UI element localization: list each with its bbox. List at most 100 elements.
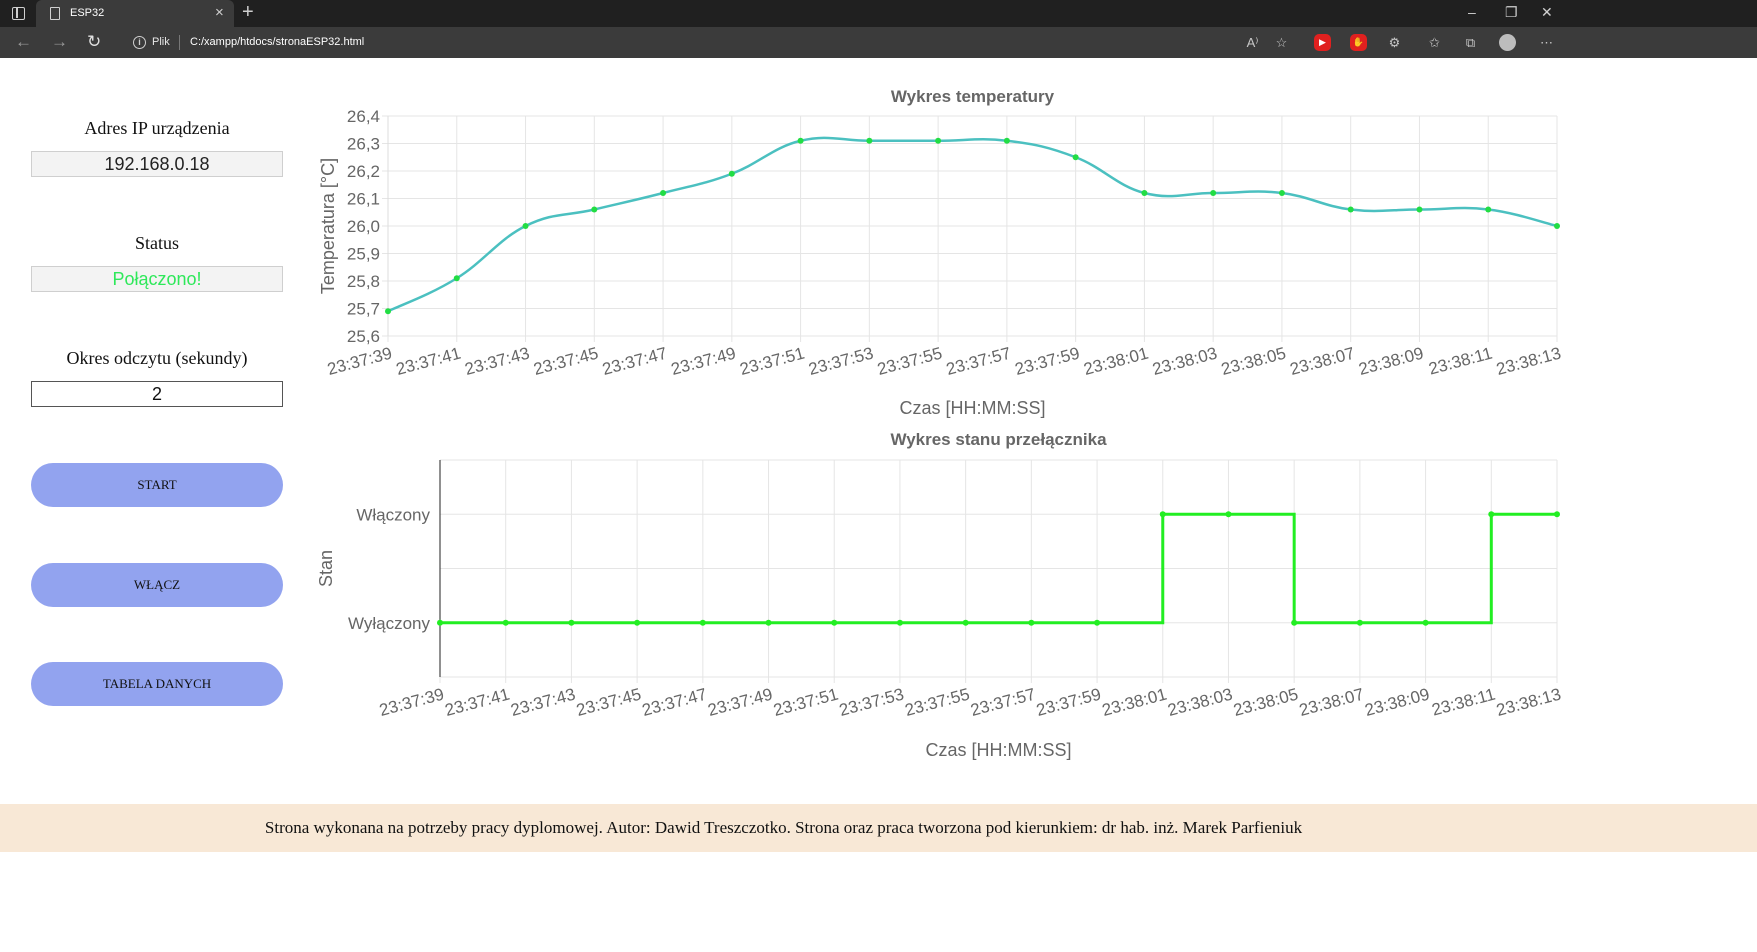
data-point: [437, 619, 443, 626]
x-tick-label: 23:37:53: [837, 685, 906, 720]
data-point: [1225, 511, 1232, 518]
data-point: [1094, 619, 1101, 626]
tab-title: ESP32: [70, 7, 105, 19]
data-point: [728, 170, 735, 177]
x-tick-label: 23:37:41: [394, 344, 463, 379]
x-tick-label: 23:38:09: [1363, 685, 1432, 720]
x-tick-label: 23:38:07: [1288, 344, 1357, 379]
series-line: [387, 136, 1558, 313]
status-value-field: Połączono!: [31, 266, 283, 292]
data-point: [765, 619, 772, 626]
data-point: [1210, 190, 1217, 196]
favorites-icon[interactable]: ✩: [1426, 34, 1443, 51]
browser-tab-esp32[interactable]: ESP32 ×: [36, 0, 234, 27]
y-tick-label: 26,3: [347, 135, 380, 154]
url-separator: [179, 35, 180, 50]
x-tick-label: 23:37:55: [875, 344, 944, 379]
data-point: [1554, 223, 1560, 229]
browser-tab-bar: ESP32 × + – ❐ ✕: [0, 0, 1757, 27]
more-icon[interactable]: ⋯: [1538, 34, 1555, 51]
forward-icon[interactable]: →: [51, 32, 68, 52]
x-tick-label: 23:38:13: [1494, 685, 1563, 720]
youtube-extension-icon[interactable]: ▶: [1314, 34, 1331, 51]
data-point: [1485, 206, 1492, 213]
data-point: [1488, 511, 1495, 518]
y-axis-label: Temperatura [°C]: [318, 158, 338, 294]
extensions-icon[interactable]: ⚙: [1386, 34, 1403, 51]
ip-label: Adres IP urządzenia: [84, 118, 230, 138]
data-point: [1028, 619, 1035, 626]
ip-value-field: 192.168.0.18: [31, 151, 283, 177]
y-axis-label: Stan: [316, 550, 336, 587]
x-tick-label: 23:37:57: [969, 685, 1038, 720]
x-tick-label: 23:37:49: [669, 344, 738, 379]
browser-address-bar: ← → ↻ i Plik C:/xampp/htdocs/stronaESP32…: [0, 27, 1757, 58]
minimize-button[interactable]: –: [1468, 4, 1476, 20]
x-tick-label: 23:38:07: [1297, 685, 1366, 720]
x-tick-label: 23:37:55: [903, 685, 972, 720]
x-tick-label: 23:37:53: [807, 344, 876, 379]
y-tick-label: 26,4: [347, 107, 380, 126]
x-tick-label: 23:37:57: [944, 344, 1013, 379]
x-tick-label: 23:37:59: [1013, 344, 1082, 379]
x-tick-label: 23:37:51: [771, 685, 840, 720]
y-tick-label: 26,0: [347, 217, 380, 236]
x-tick-label: 23:38:01: [1100, 685, 1169, 720]
x-tick-label: 23:38:11: [1430, 685, 1498, 720]
period-input[interactable]: [31, 381, 283, 407]
x-tick-label: 23:37:43: [509, 685, 578, 720]
x-axis-label: Czas [HH:MM:SS]: [925, 740, 1071, 760]
data-point: [385, 308, 391, 315]
profile-avatar-icon[interactable]: [1499, 34, 1516, 51]
data-point: [591, 206, 598, 213]
data-point: [660, 190, 667, 196]
chart-title: Wykres temperatury: [891, 87, 1055, 106]
x-tick-label: 23:37:39: [377, 685, 446, 720]
back-icon[interactable]: ←: [15, 32, 32, 52]
url-text[interactable]: C:/xampp/htdocs/stronaESP32.html: [190, 36, 364, 48]
data-point: [896, 619, 903, 626]
x-tick-label: 23:37:47: [640, 685, 709, 720]
y-tick-label: 25,7: [347, 300, 380, 319]
data-point: [1356, 619, 1363, 626]
data-point: [1422, 619, 1429, 626]
page-icon: [50, 7, 60, 20]
data-point: [866, 137, 873, 144]
data-point: [1291, 619, 1298, 626]
site-info-icon[interactable]: i: [133, 36, 146, 49]
new-tab-button[interactable]: +: [242, 1, 254, 24]
y-tick-label: 26,1: [347, 190, 380, 209]
close-tab-icon[interactable]: ×: [215, 4, 224, 21]
data-point: [1278, 190, 1285, 196]
toggle-on-button[interactable]: WŁĄCZ: [31, 563, 283, 607]
x-tick-label: 23:38:05: [1231, 685, 1300, 720]
start-button[interactable]: START: [31, 463, 283, 507]
data-table-button[interactable]: TABELA DANYCH: [31, 662, 283, 706]
x-tick-label: 23:37:43: [463, 344, 532, 379]
y-tick-label: Włączony: [356, 505, 430, 524]
read-aloud-icon[interactable]: A⁾: [1244, 34, 1261, 51]
data-point: [962, 619, 969, 626]
period-label: Okres odczytu (sekundy): [66, 348, 248, 368]
data-point: [831, 619, 838, 626]
data-point: [568, 619, 575, 626]
x-tick-label: 23:38:13: [1494, 344, 1563, 379]
tab-actions-icon[interactable]: [12, 7, 25, 20]
url-scheme-label: Plik: [152, 36, 170, 48]
adblock-extension-icon[interactable]: ✋: [1350, 34, 1367, 51]
data-point: [453, 275, 460, 282]
data-point: [699, 619, 706, 626]
x-axis-label: Czas [HH:MM:SS]: [899, 398, 1045, 418]
x-tick-label: 23:37:45: [574, 685, 643, 720]
data-point: [1003, 137, 1010, 144]
close-window-button[interactable]: ✕: [1541, 4, 1553, 21]
x-tick-label: 23:37:39: [325, 344, 394, 379]
data-point: [1416, 206, 1423, 213]
reload-icon[interactable]: ↻: [87, 32, 101, 52]
favorite-add-icon[interactable]: ☆: [1273, 34, 1290, 51]
data-point: [1159, 511, 1166, 518]
data-point: [935, 137, 942, 144]
restore-button[interactable]: ❐: [1505, 4, 1518, 21]
collections-icon[interactable]: ⧉: [1462, 34, 1479, 51]
y-tick-label: 25,8: [347, 272, 380, 291]
